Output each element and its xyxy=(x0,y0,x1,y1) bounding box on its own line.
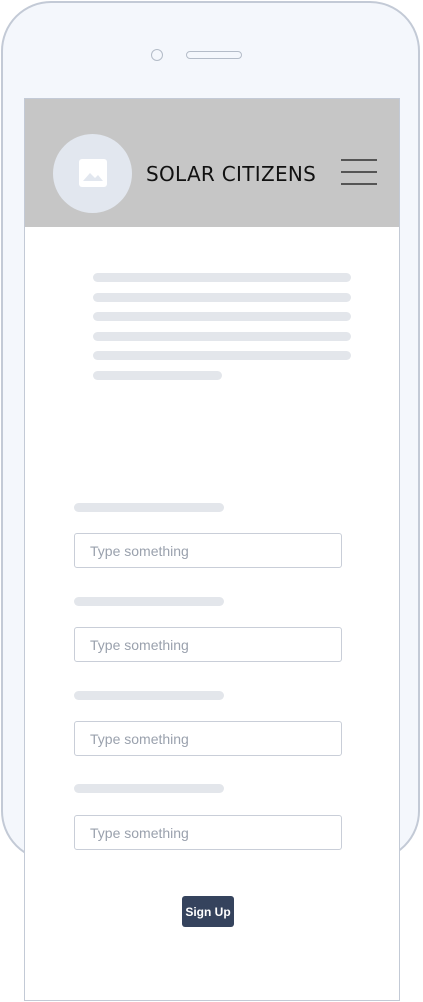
field-label-placeholder xyxy=(74,691,224,700)
menu-line xyxy=(341,171,377,173)
text-field-3[interactable] xyxy=(74,721,342,756)
logo-avatar xyxy=(53,134,132,213)
text-line-placeholder xyxy=(93,273,351,282)
field-label-placeholder xyxy=(74,597,224,606)
text-field-2[interactable] xyxy=(74,627,342,662)
field-label-placeholder xyxy=(74,784,224,793)
text-line-placeholder xyxy=(93,293,351,302)
menu-line xyxy=(341,159,377,161)
text-line-placeholder xyxy=(93,312,351,321)
image-placeholder-icon xyxy=(79,159,107,187)
text-field-4[interactable] xyxy=(74,815,342,850)
speaker-grille xyxy=(186,51,242,59)
brand-title: SOLAR CITIZENS xyxy=(146,162,317,186)
phone-screen: SOLAR CITIZENS Sign Up xyxy=(24,98,400,1001)
app-header: SOLAR CITIZENS xyxy=(25,99,399,227)
text-field-1[interactable] xyxy=(74,533,342,568)
menu-line xyxy=(341,183,377,185)
text-line-placeholder xyxy=(93,332,351,341)
text-line-placeholder xyxy=(93,371,222,380)
field-label-placeholder xyxy=(74,503,224,512)
camera-icon xyxy=(151,49,163,61)
sign-up-button[interactable]: Sign Up xyxy=(182,896,234,927)
text-line-placeholder xyxy=(93,351,351,360)
hamburger-menu-icon[interactable] xyxy=(341,159,379,187)
